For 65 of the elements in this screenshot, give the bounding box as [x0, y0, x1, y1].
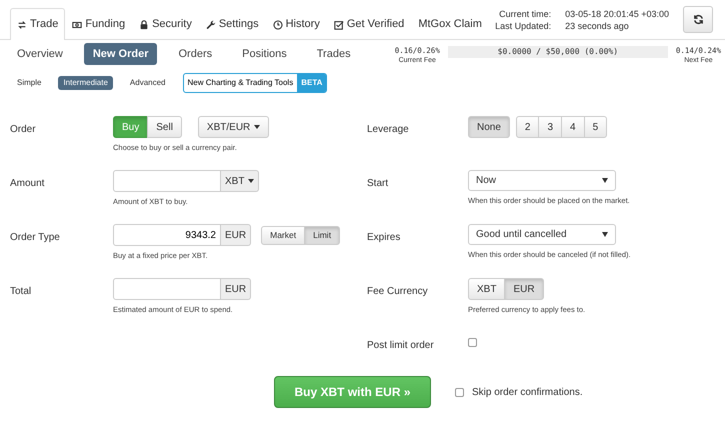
field-label: Order Type — [10, 231, 61, 245]
toggle-button[interactable]: Limit — [304, 226, 340, 244]
caret-icon — [602, 178, 608, 183]
leverage-button[interactable]: 3 — [538, 116, 562, 138]
leverage-button[interactable]: None — [468, 116, 510, 138]
toggle-button[interactable]: EUR — [504, 278, 544, 300]
nav-tab[interactable]: Security — [132, 8, 199, 40]
wrench-icon — [206, 20, 216, 30]
status-label: Last Updated: — [495, 20, 552, 32]
sub-tab[interactable]: Positions — [233, 42, 296, 66]
sub-tab[interactable]: Overview — [8, 42, 72, 66]
sub-tab[interactable]: Trades — [308, 42, 360, 66]
unit-dropdown[interactable]: XBT — [221, 170, 260, 192]
mode-tab[interactable]: Advanced — [124, 76, 171, 90]
caret-icon — [602, 232, 608, 237]
banknote-icon — [72, 20, 82, 30]
field-label: Order — [10, 123, 37, 137]
mode-tab[interactable]: Intermediate — [58, 76, 113, 90]
mode-tab[interactable]: Simple — [12, 76, 46, 90]
refresh-icon — [692, 14, 704, 25]
toggle-button[interactable]: Market — [261, 226, 306, 244]
select-field[interactable]: Now — [468, 170, 616, 191]
field-label: Amount — [10, 177, 46, 191]
volume-bar: $0.0000 / $50,000 (0.00%) — [448, 46, 668, 58]
input-field[interactable] — [113, 170, 221, 192]
nav-tab[interactable]: History — [266, 8, 327, 40]
field-label: Leverage — [367, 123, 410, 137]
beta-link[interactable]: New Charting & Trading Tools BETA — [182, 73, 328, 93]
input-field[interactable] — [113, 278, 221, 300]
checkbox[interactable] — [455, 388, 464, 396]
sub-tab[interactable]: Orders — [169, 42, 222, 66]
refresh-button[interactable] — [683, 6, 713, 33]
leverage-button[interactable]: 5 — [584, 116, 608, 138]
nav-tab[interactable]: Trade — [10, 8, 66, 40]
caret-icon — [254, 125, 260, 129]
field-label: Start — [367, 177, 390, 191]
caret-icon — [248, 179, 254, 183]
sub-tab[interactable]: New Order — [84, 42, 158, 66]
field-label: Expires — [367, 231, 402, 245]
nav-tab[interactable]: Get Verified — [326, 8, 412, 40]
checkbox-label: Skip order confirmations. — [472, 386, 583, 400]
lock-icon — [139, 20, 150, 30]
nav-tab[interactable]: Funding — [65, 8, 132, 40]
clock-icon — [272, 20, 283, 30]
swap-icon — [17, 20, 27, 30]
pair-dropdown[interactable]: XBT/EUR — [198, 116, 270, 138]
checkbox[interactable] — [468, 338, 477, 347]
leverage-button[interactable]: 2 — [516, 116, 540, 138]
beta-badge: BETA — [297, 74, 326, 92]
nav-tab[interactable]: Settings — [198, 8, 266, 40]
unit-label: EUR — [221, 224, 252, 246]
toggle-button[interactable]: XBT — [468, 278, 506, 300]
toggle-button[interactable]: Sell — [147, 116, 182, 138]
unit-label: EUR — [221, 278, 252, 300]
field-label: Total — [10, 285, 32, 299]
nav-tab[interactable]: MtGox Claim — [411, 8, 489, 40]
field-label: Fee Currency — [367, 285, 429, 299]
select-field[interactable]: Good until cancelled — [468, 224, 616, 245]
status-label: Current time: — [498, 8, 552, 20]
status-value: 23 seconds ago — [565, 20, 630, 32]
field-label: Post limit order — [367, 339, 435, 353]
leverage-button[interactable]: 4 — [561, 116, 585, 138]
input-field[interactable]: 9343.2 — [113, 224, 221, 246]
status-value: 03-05-18 20:01:45 +03:00 — [565, 8, 669, 20]
checkbox-icon — [334, 20, 344, 30]
